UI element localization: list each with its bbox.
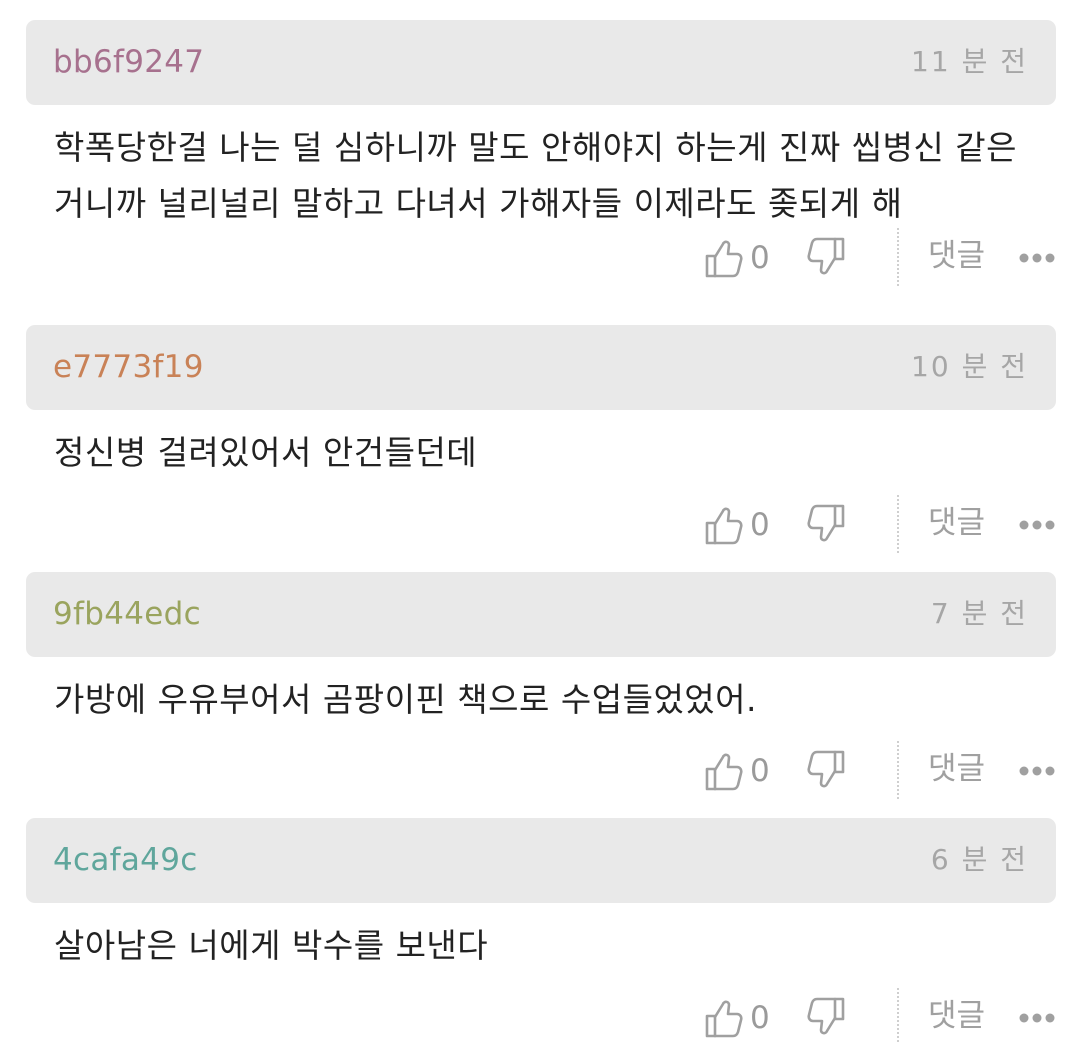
thumbs-up-icon (704, 237, 744, 279)
comment-timestamp: 6 분 전 (930, 843, 1028, 876)
comment-actions: 0 댓글 (0, 495, 1080, 555)
thumbs-down-icon (806, 503, 846, 545)
dislike-button[interactable] (806, 503, 846, 547)
comment-list: bb6f9247 11 분 전 학폭당한걸 나는 덜 심하니까 말도 안해야지 … (0, 0, 1080, 1044)
more-dots-icon (1018, 751, 1056, 791)
more-dots-icon (1018, 238, 1056, 278)
comment-item: 4cafa49c 6 분 전 살아남은 너에게 박수를 보낸다 0 댓글 (0, 798, 1080, 1044)
comment-actions: 0 댓글 (0, 228, 1080, 288)
comment-actions: 0 댓글 (0, 988, 1080, 1044)
like-button[interactable]: 0 (704, 749, 770, 793)
like-button[interactable]: 0 (704, 503, 770, 547)
action-divider (897, 988, 899, 1044)
thumbs-down-icon (806, 749, 846, 791)
like-count: 0 (750, 753, 770, 789)
comment-timestamp: 10 분 전 (911, 350, 1028, 383)
comment-username[interactable]: 9fb44edc (53, 594, 201, 634)
action-divider (897, 495, 899, 553)
thumbs-down-icon (806, 996, 846, 1038)
comment-header: e7773f19 10 분 전 (26, 325, 1056, 410)
like-count: 0 (750, 507, 770, 543)
comment-username[interactable]: bb6f9247 (53, 42, 204, 82)
thumbs-up-icon (704, 504, 744, 546)
like-button[interactable]: 0 (704, 996, 770, 1040)
comment-text: 학폭당한걸 나는 덜 심하니까 말도 안해야지 하는게 진짜 씹병신 같은 거니… (54, 128, 1017, 223)
reply-button[interactable]: 댓글 (928, 503, 985, 543)
reply-button[interactable]: 댓글 (928, 996, 985, 1036)
comment-username[interactable]: e7773f19 (53, 347, 204, 387)
comment-actions: 0 댓글 (0, 741, 1080, 801)
reply-button[interactable]: 댓글 (928, 236, 985, 276)
comment-text: 가방에 우유부어서 곰팡이핀 책으로 수업들었었어. (54, 680, 758, 719)
comment-timestamp: 7 분 전 (930, 597, 1028, 630)
reply-button[interactable]: 댓글 (928, 749, 985, 789)
comment-header: bb6f9247 11 분 전 (26, 20, 1056, 105)
comment-item: bb6f9247 11 분 전 학폭당한걸 나는 덜 심하니까 말도 안해야지 … (0, 0, 1080, 290)
like-count: 0 (750, 1000, 770, 1036)
more-button[interactable] (1018, 505, 1056, 545)
more-button[interactable] (1018, 998, 1056, 1038)
action-divider (897, 228, 899, 286)
thumbs-up-icon (704, 750, 744, 792)
like-button[interactable]: 0 (704, 236, 770, 280)
comment-timestamp: 11 분 전 (911, 45, 1028, 78)
more-button[interactable] (1018, 751, 1056, 791)
dislike-button[interactable] (806, 236, 846, 280)
like-count: 0 (750, 240, 770, 276)
comment-header: 4cafa49c 6 분 전 (26, 818, 1056, 903)
thumbs-down-icon (806, 236, 846, 278)
action-divider (897, 741, 899, 799)
more-button[interactable] (1018, 238, 1056, 278)
thumbs-up-icon (704, 997, 744, 1039)
more-dots-icon (1018, 505, 1056, 545)
comment-text: 정신병 걸려있어서 안건들던데 (54, 433, 478, 472)
comment-text: 살아남은 너에게 박수를 보낸다 (54, 926, 489, 965)
comment-header: 9fb44edc 7 분 전 (26, 572, 1056, 657)
dislike-button[interactable] (806, 996, 846, 1040)
comment-username[interactable]: 4cafa49c (53, 840, 198, 880)
dislike-button[interactable] (806, 749, 846, 793)
more-dots-icon (1018, 998, 1056, 1038)
